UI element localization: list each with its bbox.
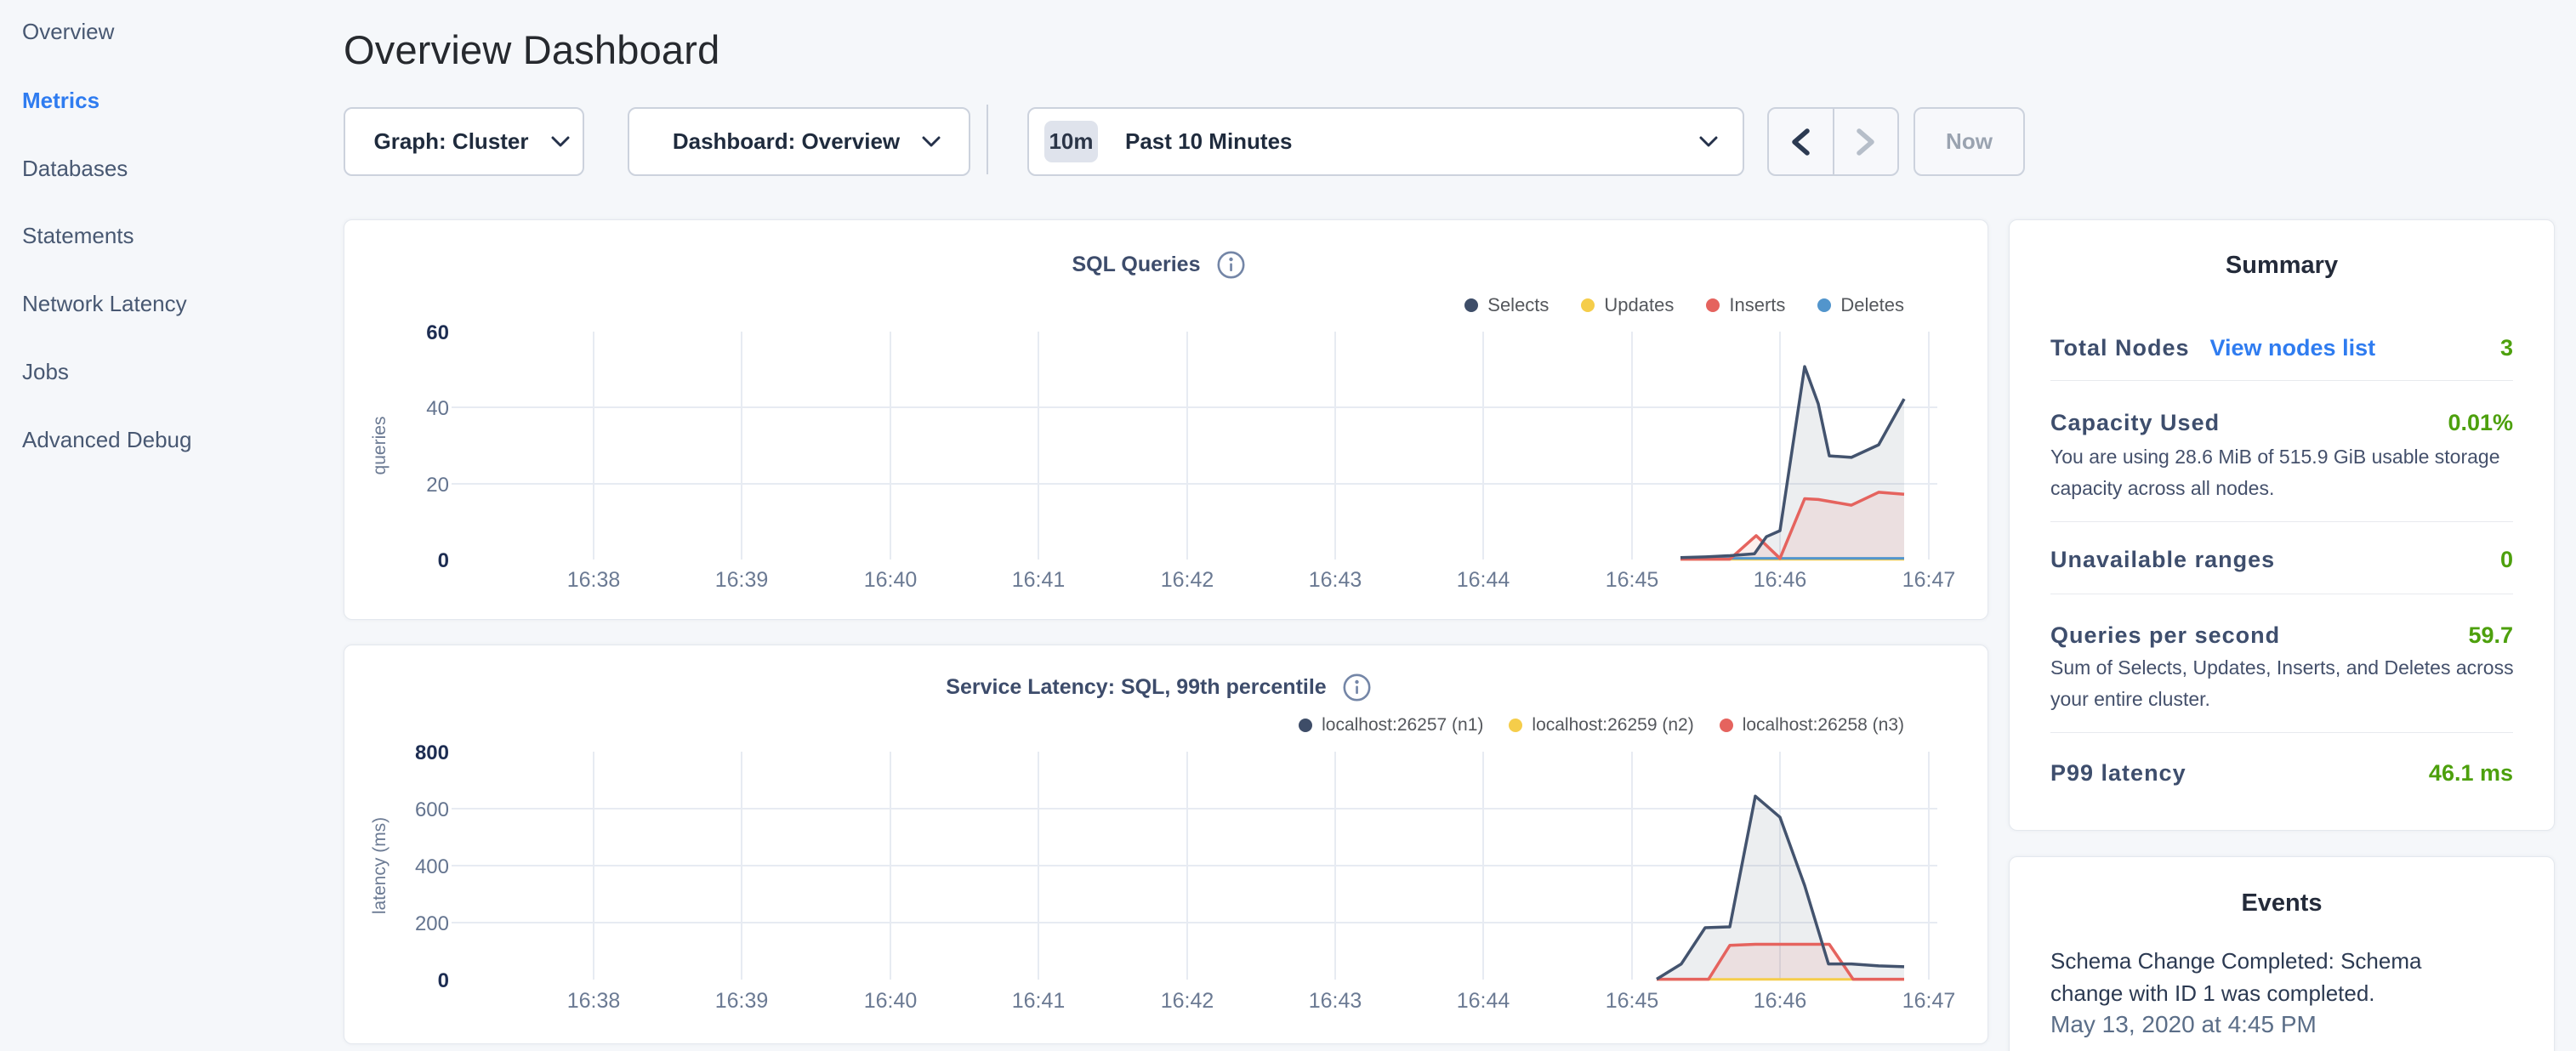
svg-text:16:46: 16:46 xyxy=(1754,989,1807,1013)
svg-text:60: 60 xyxy=(426,321,449,344)
svg-text:20: 20 xyxy=(426,474,449,497)
svg-text:0: 0 xyxy=(438,549,449,572)
svg-text:0: 0 xyxy=(438,969,449,992)
svg-text:200: 200 xyxy=(415,912,449,935)
svg-text:40: 40 xyxy=(426,397,449,420)
svg-text:latency (ms): latency (ms) xyxy=(370,817,390,914)
svg-text:400: 400 xyxy=(415,855,449,878)
svg-text:800: 800 xyxy=(415,741,449,764)
svg-text:16:41: 16:41 xyxy=(1012,989,1066,1013)
svg-text:16:44: 16:44 xyxy=(1457,568,1510,592)
svg-text:16:43: 16:43 xyxy=(1309,989,1362,1013)
svg-text:16:39: 16:39 xyxy=(715,989,769,1013)
svg-text:16:45: 16:45 xyxy=(1606,568,1659,592)
svg-text:16:39: 16:39 xyxy=(715,568,769,592)
svg-text:queries: queries xyxy=(370,417,390,475)
svg-text:16:38: 16:38 xyxy=(567,568,621,592)
svg-text:16:40: 16:40 xyxy=(864,989,918,1013)
svg-text:16:47: 16:47 xyxy=(1902,568,1956,592)
svg-text:16:40: 16:40 xyxy=(864,568,918,592)
svg-text:16:43: 16:43 xyxy=(1309,568,1362,592)
svg-text:16:41: 16:41 xyxy=(1012,568,1066,592)
svg-text:16:47: 16:47 xyxy=(1902,989,1956,1013)
svg-text:16:46: 16:46 xyxy=(1754,568,1807,592)
svg-text:16:44: 16:44 xyxy=(1457,989,1510,1013)
svg-text:16:42: 16:42 xyxy=(1161,568,1214,592)
svg-text:600: 600 xyxy=(415,798,449,821)
svg-text:16:42: 16:42 xyxy=(1161,989,1214,1013)
svg-text:16:45: 16:45 xyxy=(1606,989,1659,1013)
svg-text:16:38: 16:38 xyxy=(567,989,621,1013)
